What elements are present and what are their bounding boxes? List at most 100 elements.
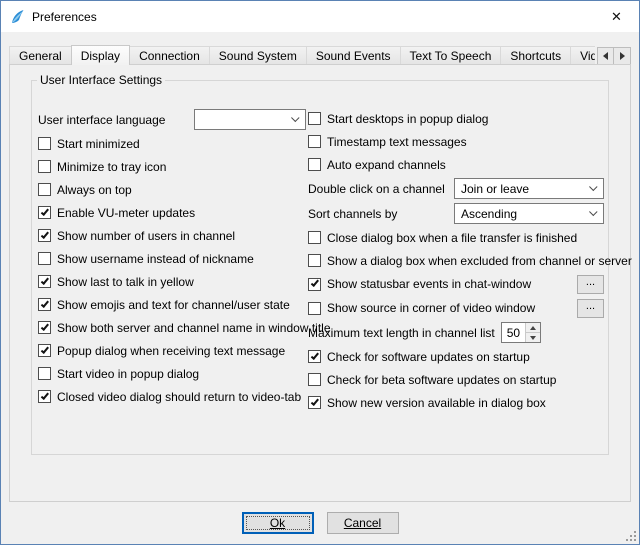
max-text-length-row: Maximum text length in channel list 50: [308, 320, 604, 345]
tab-scroll-left-button[interactable]: [597, 47, 614, 65]
checkbox-unchecked[interactable]: [308, 112, 321, 125]
checkbox-row: Enable VU-meter updates: [38, 201, 306, 224]
checkbox-checked[interactable]: [308, 396, 321, 409]
tab-video[interactable]: Video: [570, 46, 595, 65]
checkbox-row: Auto expand channels: [308, 153, 604, 176]
close-icon: ✕: [611, 9, 622, 25]
checkbox-label: Show username instead of nickname: [57, 252, 254, 266]
checkbox-label: Show last to talk in yellow: [57, 275, 194, 289]
checkbox-unchecked[interactable]: [308, 373, 321, 386]
checkbox-unchecked[interactable]: [308, 302, 321, 315]
right-column: Start desktops in popup dialog Timestamp …: [308, 107, 604, 414]
checkmark-icon: [40, 207, 48, 216]
checkbox-row: Show last to talk in yellow: [38, 270, 306, 293]
right-mid-checkbox-list: Close dialog box when a file transfer is…: [308, 226, 604, 272]
checkbox-unchecked[interactable]: [38, 160, 51, 173]
checkbox-checked[interactable]: [308, 278, 321, 291]
video-source-row: Show source in corner of video window ..…: [308, 296, 604, 320]
ok-button[interactable]: Ok: [242, 512, 314, 534]
double-click-row: Double click on a channel Join or leave: [308, 176, 604, 201]
checkbox-unchecked[interactable]: [308, 231, 321, 244]
ui-settings-group: User Interface Settings User interface l…: [31, 73, 609, 455]
checkbox-checked[interactable]: [38, 298, 51, 311]
checkbox-row: Show username instead of nickname: [38, 247, 306, 270]
statusbar-events-browse-button[interactable]: ...: [577, 275, 604, 294]
checkbox-checked[interactable]: [38, 206, 51, 219]
sort-channels-label: Sort channels by: [308, 207, 397, 221]
double-click-combobox[interactable]: Join or leave: [454, 178, 604, 199]
checkbox-label: Show new version available in dialog box: [327, 396, 546, 410]
spin-up-button[interactable]: [526, 323, 540, 333]
chevron-down-icon: [589, 182, 597, 190]
checkbox-checked[interactable]: [38, 275, 51, 288]
tab-shortcuts[interactable]: Shortcuts: [500, 46, 571, 65]
tab-general[interactable]: General: [9, 46, 72, 65]
checkbox-row: Popup dialog when receiving text message: [38, 339, 306, 362]
checkbox-label: Closed video dialog should return to vid…: [57, 390, 301, 404]
language-row: User interface language: [38, 107, 306, 132]
checkbox-row: Show new version available in dialog box: [308, 391, 604, 414]
language-combobox[interactable]: [194, 109, 306, 130]
chevron-down-icon: [589, 207, 597, 215]
checkbox-label: Check for beta software updates on start…: [327, 373, 556, 387]
left-arrow-icon: [603, 52, 608, 60]
right-bottom-checkbox-list: Check for software updates on startupChe…: [308, 345, 604, 414]
checkmark-icon: [40, 230, 48, 239]
tab-connection[interactable]: Connection: [129, 46, 210, 65]
spinner-buttons: [525, 323, 540, 342]
combobox-value: Ascending: [461, 207, 517, 221]
sort-channels-row: Sort channels by Ascending: [308, 201, 604, 226]
resize-grip[interactable]: [624, 529, 637, 542]
max-text-length-spinner[interactable]: 50: [501, 322, 541, 343]
close-button[interactable]: ✕: [594, 1, 639, 32]
checkbox-label: Timestamp text messages: [327, 135, 467, 149]
checkmark-icon: [40, 322, 48, 331]
checkbox-row: Closed video dialog should return to vid…: [38, 385, 306, 408]
checkbox-unchecked[interactable]: [38, 183, 51, 196]
checkbox-label: Show source in corner of video window: [327, 301, 535, 315]
checkbox-label: Auto expand channels: [327, 158, 446, 172]
spin-up-icon: [530, 326, 536, 330]
checkbox-row: Show both server and channel name in win…: [38, 316, 306, 339]
tab-scroll-right-button[interactable]: [614, 47, 631, 65]
checkbox-row: Start video in popup dialog: [38, 362, 306, 385]
resize-grip-icon: [624, 529, 637, 542]
checkbox-unchecked[interactable]: [38, 137, 51, 150]
spin-down-icon: [530, 336, 536, 340]
left-checkbox-list: Start minimizedMinimize to tray iconAlwa…: [38, 132, 306, 408]
checkbox-unchecked[interactable]: [308, 254, 321, 267]
checkbox-checked[interactable]: [38, 229, 51, 242]
tab-display[interactable]: Display: [71, 45, 130, 65]
group-title: User Interface Settings: [37, 73, 165, 87]
checkbox-unchecked[interactable]: [308, 135, 321, 148]
checkmark-icon: [40, 345, 48, 354]
checkbox-checked[interactable]: [308, 350, 321, 363]
checkbox-checked[interactable]: [38, 390, 51, 403]
checkbox-row: Start minimized: [38, 132, 306, 155]
checkbox-unchecked[interactable]: [38, 367, 51, 380]
right-arrow-icon: [620, 52, 625, 60]
tab-bar: GeneralDisplayConnectionSound SystemSoun…: [9, 44, 631, 65]
tab-sound-system[interactable]: Sound System: [209, 46, 307, 65]
tab-text-to-speech[interactable]: Text To Speech: [400, 46, 502, 65]
chevron-down-icon: [291, 113, 299, 121]
checkmark-icon: [310, 397, 318, 406]
checkbox-checked[interactable]: [38, 321, 51, 334]
cancel-button[interactable]: Cancel: [327, 512, 399, 534]
checkbox-label: Enable VU-meter updates: [57, 206, 195, 220]
titlebar[interactable]: Preferences ✕: [1, 1, 639, 32]
checkbox-label: Start minimized: [57, 137, 140, 151]
checkbox-unchecked[interactable]: [308, 158, 321, 171]
spinner-value: 50: [502, 323, 525, 342]
checkbox-checked[interactable]: [38, 344, 51, 357]
tab-scroll-control: [597, 47, 631, 65]
combobox-value: Join or leave: [461, 182, 529, 196]
checkbox-unchecked[interactable]: [38, 252, 51, 265]
tab-sound-events[interactable]: Sound Events: [306, 46, 401, 65]
video-source-browse-button[interactable]: ...: [577, 299, 604, 318]
spin-down-button[interactable]: [526, 333, 540, 342]
sort-channels-combobox[interactable]: Ascending: [454, 203, 604, 224]
checkbox-row: Check for beta software updates on start…: [308, 368, 604, 391]
checkbox-label: Start video in popup dialog: [57, 367, 199, 381]
checkbox-label: Start desktops in popup dialog: [327, 112, 488, 126]
